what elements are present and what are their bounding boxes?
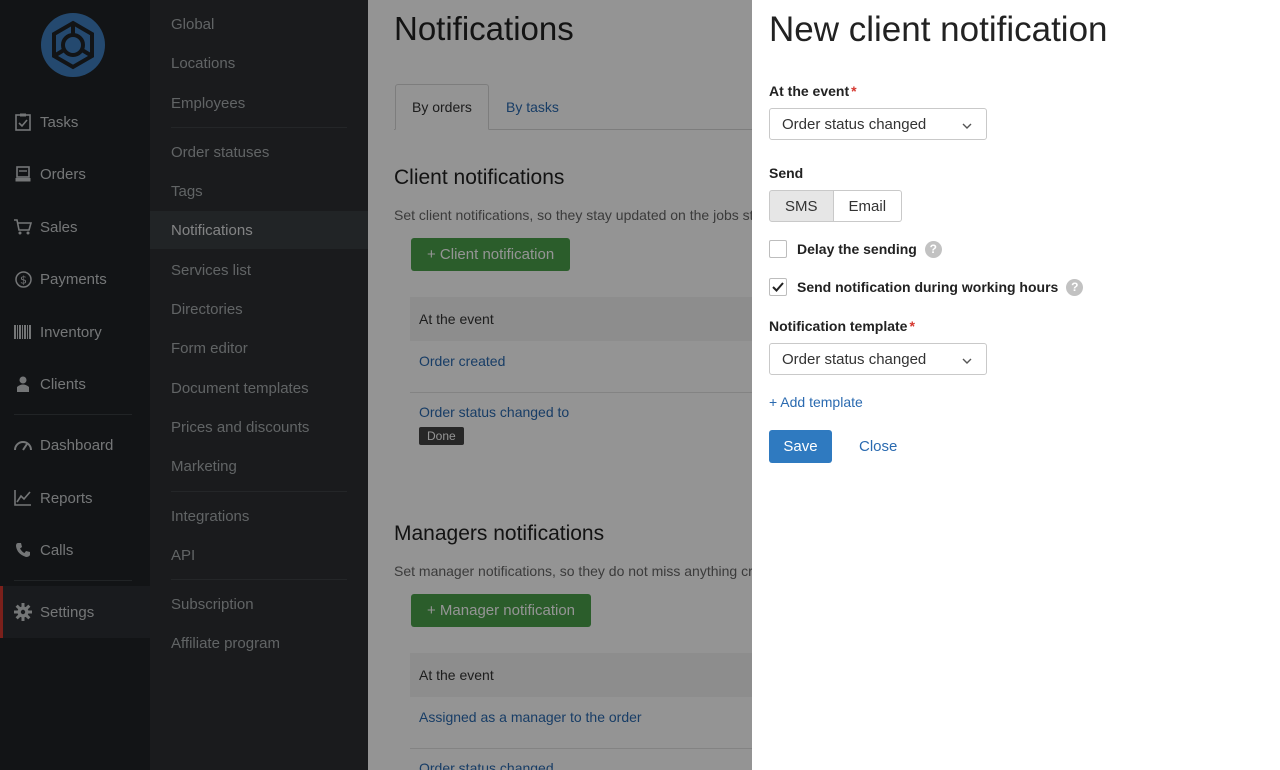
chevron-down-icon — [962, 351, 972, 368]
help-icon[interactable]: ? — [1066, 278, 1084, 296]
checkmark-icon — [772, 282, 784, 292]
send-email-button[interactable]: Email — [833, 190, 903, 222]
new-notification-panel: New client notification At the event * Or… — [752, 0, 1280, 770]
event-label: At the event * — [769, 83, 857, 99]
template-label: Notification template * — [769, 318, 915, 334]
send-channel-toggle: SMS Email — [769, 190, 903, 222]
send-label: Send — [769, 165, 804, 181]
working-hours-label: Send notification during working hours — [797, 279, 1059, 295]
chevron-down-icon — [962, 116, 972, 133]
working-hours-row: Send notification during working hours ? — [769, 278, 1084, 296]
required-mark: * — [851, 83, 857, 99]
delay-sending-label: Delay the sending — [797, 241, 917, 257]
delay-sending-row: Delay the sending ? — [769, 240, 942, 258]
close-button[interactable]: Close — [859, 438, 897, 455]
working-hours-checkbox[interactable] — [769, 278, 787, 296]
delay-sending-checkbox[interactable] — [769, 240, 787, 258]
modal-backdrop[interactable] — [0, 0, 752, 770]
panel-title: New client notification — [769, 10, 1108, 49]
event-select-value: Order status changed — [782, 115, 927, 133]
help-icon[interactable]: ? — [924, 240, 942, 258]
send-sms-button[interactable]: SMS — [769, 190, 834, 222]
save-button[interactable]: Save — [769, 430, 832, 463]
event-select[interactable]: Order status changed — [769, 108, 987, 140]
template-select[interactable]: Order status changed — [769, 343, 987, 375]
add-template-link[interactable]: + Add template — [769, 394, 863, 410]
template-select-value: Order status changed — [782, 350, 927, 368]
required-mark: * — [909, 318, 915, 334]
